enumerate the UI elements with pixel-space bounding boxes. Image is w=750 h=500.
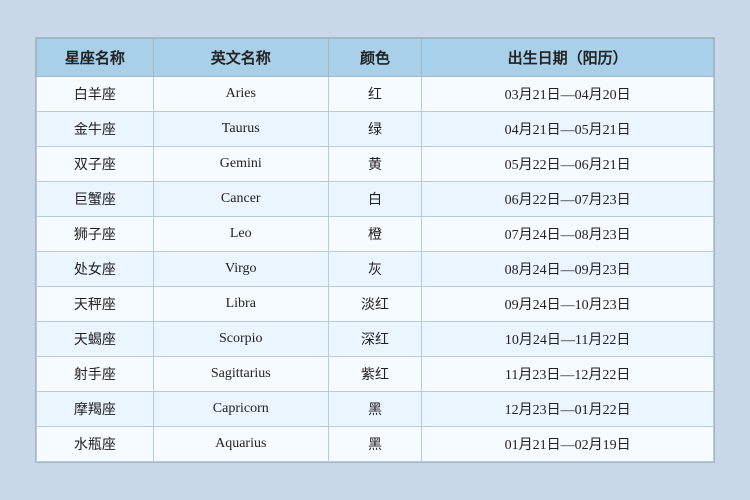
- cell-english: Sagittarius: [153, 357, 328, 392]
- cell-date: 11月23日—12月22日: [422, 357, 714, 392]
- cell-english: Leo: [153, 217, 328, 252]
- cell-english: Aquarius: [153, 427, 328, 462]
- cell-chinese: 处女座: [37, 252, 154, 287]
- cell-english: Capricorn: [153, 392, 328, 427]
- cell-chinese: 天秤座: [37, 287, 154, 322]
- cell-date: 12月23日—01月22日: [422, 392, 714, 427]
- cell-chinese: 天蝎座: [37, 322, 154, 357]
- zodiac-table: 星座名称 英文名称 颜色 出生日期（阳历） 白羊座Aries红03月21日—04…: [36, 38, 714, 462]
- cell-color: 紫红: [328, 357, 421, 392]
- cell-date: 09月24日—10月23日: [422, 287, 714, 322]
- cell-color: 深红: [328, 322, 421, 357]
- table-row: 处女座Virgo灰08月24日—09月23日: [37, 252, 714, 287]
- cell-color: 红: [328, 77, 421, 112]
- table-row: 双子座Gemini黄05月22日—06月21日: [37, 147, 714, 182]
- cell-chinese: 摩羯座: [37, 392, 154, 427]
- header-color: 颜色: [328, 39, 421, 77]
- zodiac-table-container: 星座名称 英文名称 颜色 出生日期（阳历） 白羊座Aries红03月21日—04…: [35, 37, 715, 463]
- cell-chinese: 巨蟹座: [37, 182, 154, 217]
- cell-chinese: 水瓶座: [37, 427, 154, 462]
- cell-color: 绿: [328, 112, 421, 147]
- cell-english: Aries: [153, 77, 328, 112]
- cell-chinese: 金牛座: [37, 112, 154, 147]
- cell-date: 07月24日—08月23日: [422, 217, 714, 252]
- cell-chinese: 双子座: [37, 147, 154, 182]
- table-row: 天秤座Libra淡红09月24日—10月23日: [37, 287, 714, 322]
- cell-date: 01月21日—02月19日: [422, 427, 714, 462]
- cell-english: Taurus: [153, 112, 328, 147]
- cell-color: 黑: [328, 392, 421, 427]
- cell-color: 白: [328, 182, 421, 217]
- cell-date: 04月21日—05月21日: [422, 112, 714, 147]
- cell-english: Virgo: [153, 252, 328, 287]
- cell-english: Libra: [153, 287, 328, 322]
- table-row: 水瓶座Aquarius黑01月21日—02月19日: [37, 427, 714, 462]
- table-row: 狮子座Leo橙07月24日—08月23日: [37, 217, 714, 252]
- cell-english: Cancer: [153, 182, 328, 217]
- cell-date: 05月22日—06月21日: [422, 147, 714, 182]
- cell-chinese: 白羊座: [37, 77, 154, 112]
- table-body: 白羊座Aries红03月21日—04月20日金牛座Taurus绿04月21日—0…: [37, 77, 714, 462]
- cell-date: 03月21日—04月20日: [422, 77, 714, 112]
- cell-color: 黑: [328, 427, 421, 462]
- cell-chinese: 狮子座: [37, 217, 154, 252]
- cell-date: 06月22日—07月23日: [422, 182, 714, 217]
- table-row: 巨蟹座Cancer白06月22日—07月23日: [37, 182, 714, 217]
- cell-date: 10月24日—11月22日: [422, 322, 714, 357]
- table-row: 射手座Sagittarius紫红11月23日—12月22日: [37, 357, 714, 392]
- table-header-row: 星座名称 英文名称 颜色 出生日期（阳历）: [37, 39, 714, 77]
- table-row: 金牛座Taurus绿04月21日—05月21日: [37, 112, 714, 147]
- header-chinese: 星座名称: [37, 39, 154, 77]
- cell-color: 灰: [328, 252, 421, 287]
- table-row: 天蝎座Scorpio深红10月24日—11月22日: [37, 322, 714, 357]
- header-english: 英文名称: [153, 39, 328, 77]
- cell-color: 黄: [328, 147, 421, 182]
- header-date: 出生日期（阳历）: [422, 39, 714, 77]
- table-row: 白羊座Aries红03月21日—04月20日: [37, 77, 714, 112]
- table-row: 摩羯座Capricorn黑12月23日—01月22日: [37, 392, 714, 427]
- cell-color: 淡红: [328, 287, 421, 322]
- cell-english: Gemini: [153, 147, 328, 182]
- cell-chinese: 射手座: [37, 357, 154, 392]
- cell-color: 橙: [328, 217, 421, 252]
- cell-english: Scorpio: [153, 322, 328, 357]
- cell-date: 08月24日—09月23日: [422, 252, 714, 287]
